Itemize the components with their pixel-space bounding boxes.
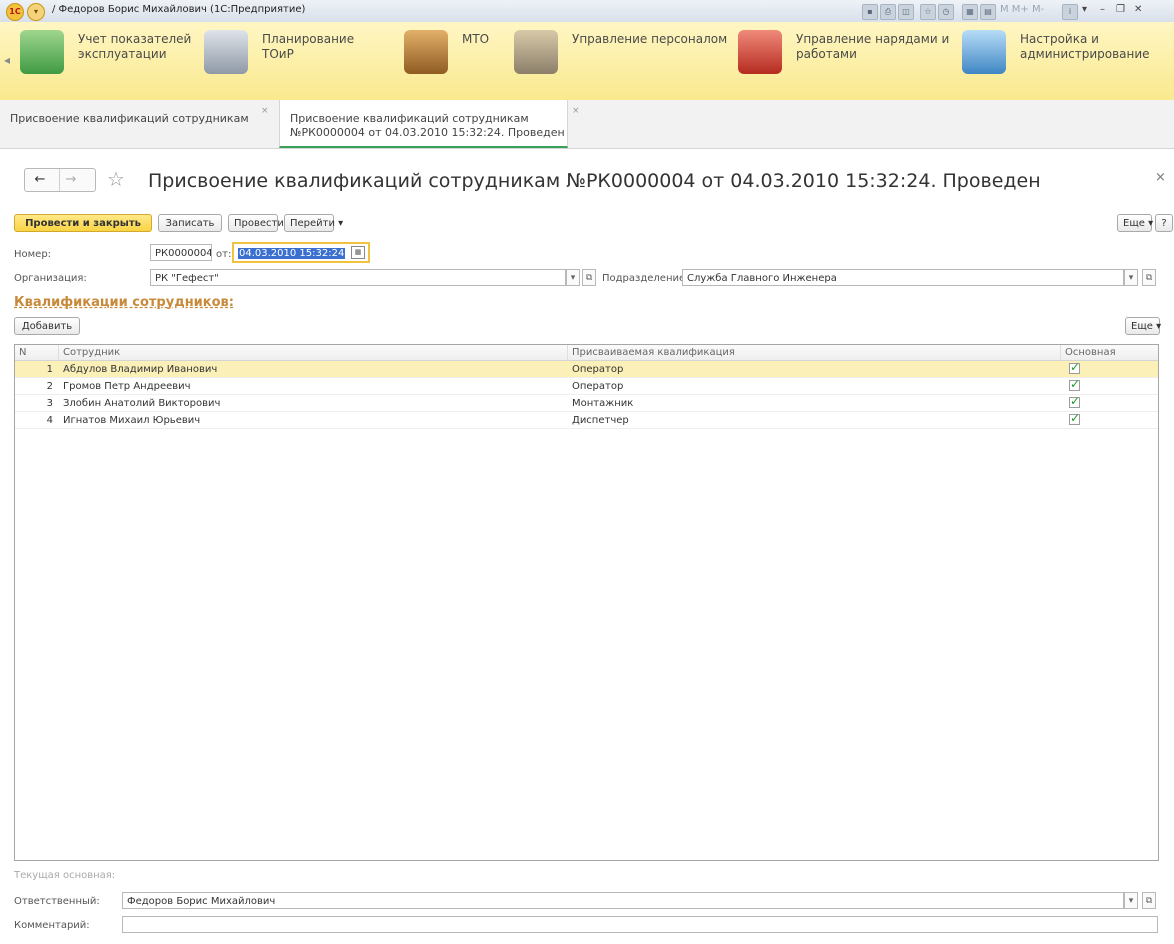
responsible-label: Ответственный:	[14, 896, 100, 907]
table-more-button[interactable]: Еще ▾	[1125, 317, 1161, 335]
qualifications-section-title[interactable]: Квалификации сотрудников:	[14, 295, 234, 310]
close-window-icon[interactable]: ✕	[1134, 4, 1142, 15]
current-main-label: Текущая основная:	[14, 870, 116, 881]
column-header-number[interactable]: N	[15, 345, 59, 361]
table-row[interactable]: 3 Злобин Анатолий Викторович Монтажник	[15, 393, 1158, 412]
more-actions-button[interactable]: Еще ▾	[1117, 214, 1153, 232]
organization-label: Организация:	[14, 273, 87, 284]
row-number: 3	[46, 398, 53, 409]
favorite-star-icon[interactable]: ☆	[107, 167, 125, 191]
open-windows-tabs: Присвоение квалификаций сотрудникам × Пр…	[0, 100, 1174, 149]
responsible-dropdown-icon[interactable]: ▾	[1124, 892, 1138, 909]
close-tab-icon[interactable]: ×	[572, 106, 580, 116]
row-employee: Абдулов Владимир Иванович	[63, 364, 218, 375]
section-item-planning[interactable]: Планирование ТОиР	[204, 28, 384, 94]
table-row[interactable]: 4 Игнатов Михаил Юрьевич Диспетчер	[15, 410, 1158, 429]
column-header-qualification[interactable]: Присваиваемая квалификация	[568, 345, 1061, 361]
section-item-mto[interactable]: МТО	[404, 28, 524, 94]
number-label: Номер:	[14, 249, 52, 260]
row-number: 1	[46, 364, 53, 375]
dropdown-icon[interactable]: ▾	[1082, 4, 1087, 15]
main-checkbox[interactable]	[1069, 359, 1080, 376]
table-row[interactable]: 2 Громов Петр Андреевич Оператор	[15, 376, 1158, 395]
database-settings-icon	[962, 30, 1006, 74]
history-icon[interactable]: ◷	[938, 4, 954, 20]
department-field[interactable]: Служба Главного Инженера	[682, 269, 1124, 286]
preview-icon[interactable]: ◫	[898, 4, 914, 20]
qualifications-table[interactable]: N Сотрудник Присваиваемая квалификация О…	[14, 344, 1159, 861]
chart-bars-icon	[20, 30, 64, 74]
comment-field[interactable]	[122, 916, 1158, 933]
row-number: 4	[46, 415, 53, 426]
form-title: Присвоение квалификаций сотрудникам №РК0…	[148, 170, 1041, 192]
responsible-open-icon[interactable]: ⧉	[1142, 892, 1156, 909]
date-field[interactable]: 04.03.2010 15:32:24	[232, 242, 370, 263]
row-qualification: Диспетчер	[572, 415, 629, 426]
date-label: от:	[216, 249, 232, 260]
favorites-icon[interactable]: ☆	[920, 4, 936, 20]
calendar-icon[interactable]: ▤	[980, 4, 996, 20]
save-button[interactable]: Записать	[158, 214, 222, 232]
department-label: Подразделение:	[602, 273, 689, 284]
add-row-button[interactable]: Добавить	[14, 317, 80, 335]
organization-field[interactable]: РК "Гефест"	[150, 269, 566, 286]
post-and-close-button[interactable]: Провести и закрыть	[14, 214, 152, 232]
row-number: 2	[46, 381, 53, 392]
tab-qualification-document[interactable]: Присвоение квалификаций сотрудникам №РК0…	[279, 100, 580, 148]
responsible-field[interactable]: Федоров Борис Михайлович	[122, 892, 1124, 909]
date-value: 04.03.2010 15:32:24	[238, 248, 346, 259]
row-employee: Громов Петр Андреевич	[63, 381, 191, 392]
scroll-left-icon[interactable]: ◂	[4, 52, 14, 68]
table-row[interactable]: 1 Абдулов Владимир Иванович Оператор	[15, 359, 1158, 378]
main-menu-icon[interactable]: ▾	[27, 3, 45, 21]
section-panel: ◂ Учет показателей эксплуатации Планиров…	[0, 22, 1174, 101]
help-button[interactable]: ?	[1155, 214, 1173, 232]
minimize-icon[interactable]: –	[1100, 4, 1105, 15]
section-item-administration[interactable]: Настройка и администрирование	[962, 28, 1167, 94]
row-employee: Игнатов Михаил Юрьевич	[63, 415, 201, 426]
window-titlebar: 1С ▾ / Федоров Борис Михайлович (1С:Пред…	[0, 0, 1174, 23]
calendar-picker-icon[interactable]: ▦	[351, 246, 365, 259]
section-item-operation[interactable]: Учет показателей эксплуатации	[20, 28, 200, 94]
section-item-personnel[interactable]: Управление персоналом	[514, 28, 734, 94]
save-icon[interactable]: ▪	[862, 4, 878, 20]
main-checkbox[interactable]	[1069, 393, 1080, 410]
comment-label: Комментарий:	[14, 920, 90, 931]
back-arrow-icon[interactable]: ←	[29, 169, 51, 191]
close-form-icon[interactable]: ×	[1155, 170, 1166, 185]
main-checkbox[interactable]	[1069, 376, 1080, 393]
section-item-work-orders[interactable]: Управление нарядами и работами	[738, 28, 958, 94]
drafting-compass-icon	[204, 30, 248, 74]
navigation-buttons: ← →	[24, 168, 96, 192]
column-header-employee[interactable]: Сотрудник	[59, 345, 568, 361]
close-tab-icon[interactable]: ×	[261, 106, 269, 116]
tab-qualifications-list[interactable]: Присвоение квалификаций сотрудникам ×	[0, 100, 278, 148]
print-icon[interactable]: ⎙	[880, 4, 896, 20]
post-button[interactable]: Провести	[228, 214, 284, 232]
goto-menu-button[interactable]: Перейти ▾	[284, 214, 343, 232]
restore-icon[interactable]: ❐	[1116, 4, 1125, 15]
row-qualification: Оператор	[572, 364, 624, 375]
memory-buttons[interactable]: M M+ M-	[1000, 4, 1044, 15]
row-qualification: Монтажник	[572, 398, 634, 409]
app-logo-icon[interactable]: 1С	[6, 3, 24, 21]
organization-dropdown-icon[interactable]: ▾	[566, 269, 580, 286]
person-coins-icon	[514, 30, 558, 74]
department-dropdown-icon[interactable]: ▾	[1124, 269, 1138, 286]
number-field[interactable]: РК0000004	[150, 244, 212, 261]
info-icon[interactable]: i	[1062, 4, 1078, 20]
cargo-boxes-icon	[404, 30, 448, 74]
organization-open-icon[interactable]: ⧉	[582, 269, 596, 286]
forward-arrow-icon[interactable]: →	[59, 169, 82, 191]
calculator-icon[interactable]: ▦	[962, 4, 978, 20]
row-qualification: Оператор	[572, 381, 624, 392]
row-employee: Злобин Анатолий Викторович	[63, 398, 221, 409]
tools-wrench-icon	[738, 30, 782, 74]
window-title: / Федоров Борис Михайлович (1С:Предприят…	[52, 4, 306, 15]
main-checkbox[interactable]	[1069, 410, 1080, 427]
department-open-icon[interactable]: ⧉	[1142, 269, 1156, 286]
